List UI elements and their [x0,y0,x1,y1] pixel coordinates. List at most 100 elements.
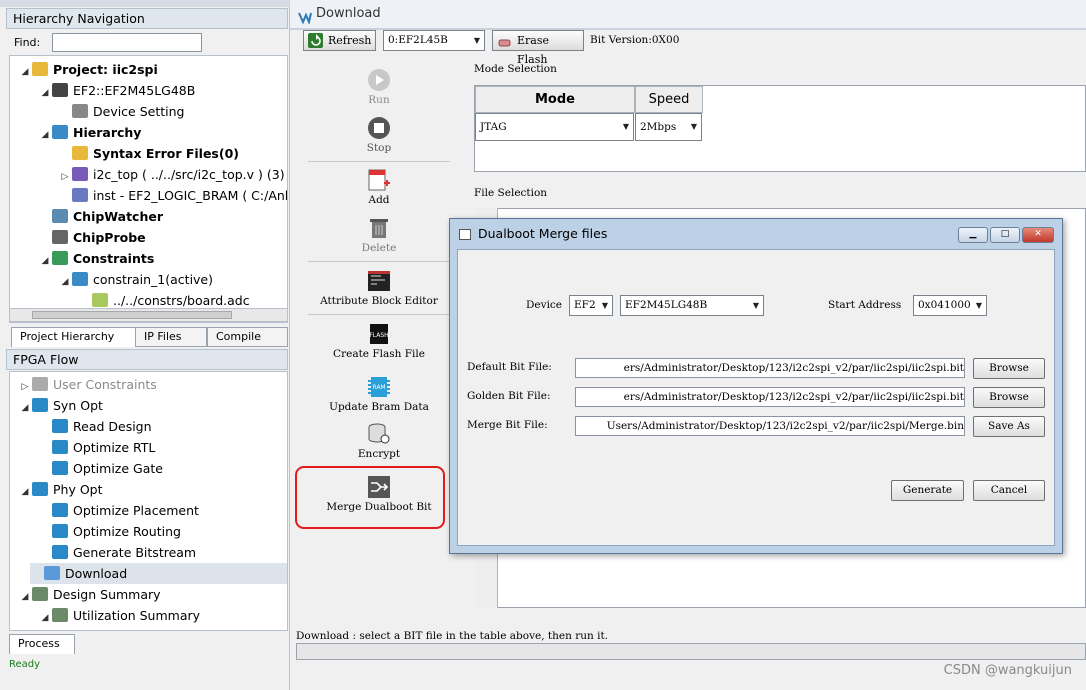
expand-arrow-icon[interactable]: ◢ [18,587,32,608]
tree-item-label: Syntax Error Files(0) [93,146,239,161]
erase-flash-button[interactable]: Erase Flash [492,30,584,66]
download-status-text: Download : select a BIT file in the tabl… [296,630,609,642]
tree-item[interactable]: ◢ Constraints [38,248,154,269]
tree-item[interactable]: Syntax Error Files(0) [58,143,239,164]
tree-item-label: ChipProbe [73,230,146,245]
scroll-thumb[interactable] [32,311,232,319]
device-family-select[interactable]: EF2 [569,295,613,316]
close-button[interactable]: ✕ [1022,227,1054,243]
tree-item-label: inst - EF2_LOGIC_BRAM ( C:/Anlo [93,188,288,203]
flow-item-label: Optimize Routing [73,524,181,539]
expand-arrow-icon[interactable]: ◢ [18,482,32,503]
flow-item[interactable]: ◢ Syn Opt [18,395,103,416]
tree-item[interactable]: ChipProbe [38,227,146,248]
flash-icon: FLASH [369,324,389,344]
attribute-block-editor-tool[interactable]: Attribute Block Editor [308,269,450,307]
create-flash-file-tool[interactable]: FLASH Create Flash File [308,322,450,360]
merge-bit-file-label: Merge Bit File: [467,419,548,431]
hierarchy-scrollbar[interactable] [9,308,288,322]
delete-tool[interactable]: Delete [308,216,450,254]
flow-item[interactable]: Read Design [38,416,152,437]
golden-bit-file-input[interactable]: ers/Administrator/Desktop/123/i2c2spi_v2… [575,387,965,407]
flow-item[interactable]: Generate Bitstream [38,542,196,563]
restore-button[interactable]: □ [990,227,1020,243]
expand-arrow-icon[interactable]: ◢ [18,398,32,419]
add-tool[interactable]: Add [308,168,450,206]
flow-item[interactable]: Download [30,563,287,584]
project-folder-icon [32,62,48,76]
flow-item[interactable]: Optimize Routing [38,521,181,542]
probe-icon [52,230,68,244]
expand-arrow-icon[interactable]: ◢ [38,251,52,272]
encrypt-tool[interactable]: Encrypt [308,422,450,460]
save-as-button[interactable]: Save As [973,416,1045,437]
terminal-icon [368,271,390,291]
dualboot-merge-dialog: Dualboot Merge files ▁ □ ✕ Device EF2 EF… [449,218,1063,554]
mode-select[interactable]: JTAG [475,113,634,141]
tab-project-hierarchy[interactable]: Project Hierarchy [11,327,137,347]
run-tool[interactable]: Run [308,68,450,106]
tree-item[interactable]: ◢ EF2::EF2M45LG48B [38,80,195,101]
device-select[interactable]: 0:EF2L45B [383,30,485,51]
flow-item[interactable]: ◢ Utilization Summary [38,605,200,626]
default-bit-file-label: Default Bit File: [467,361,552,373]
adc-file-icon [92,293,108,307]
golden-bit-file-label: Golden Bit File: [467,390,551,402]
tree-item-label: Hierarchy [73,125,142,140]
tab-process[interactable]: Process [9,634,75,654]
mode-selection-label: Mode Selection [474,63,557,75]
add-file-icon [368,169,390,191]
tree-item[interactable]: ▷ i2c_top ( ../../src/i2c_top.v ) (3) [58,164,285,185]
constraints-icon [52,251,68,265]
flow-item[interactable]: ◢ Phy Opt [18,479,103,500]
golden-browse-button[interactable]: Browse [973,387,1045,408]
tab-ip-files[interactable]: IP Files [135,327,207,347]
hierarchy-tabs: Project Hierarchy IP Files Compile Orde [9,327,288,347]
flow-step-icon [52,440,68,454]
expand-arrow-icon[interactable]: ◢ [58,272,72,293]
flow-step-icon [32,482,48,496]
default-browse-button[interactable]: Browse [973,358,1045,379]
flow-item[interactable]: ◢ Design Summary [18,584,161,605]
flow-item-label: Optimize RTL [73,440,156,455]
flow-item[interactable]: ▷ User Constraints [18,374,157,395]
tree-item[interactable]: ChipWatcher [38,206,163,227]
expand-arrow-icon[interactable]: ◢ [18,62,32,83]
flow-item-label: User Constraints [53,377,157,392]
chip-icon [52,83,68,97]
speed-select[interactable]: 2Mbps [635,113,702,141]
fpga-flow-tree[interactable]: ▷ User Constraints ◢ Syn Opt Read Design Opti… [9,371,288,631]
device-part-select[interactable]: EF2M45LG48B [620,295,764,316]
generate-button[interactable]: Generate [891,480,964,501]
expand-arrow-icon[interactable]: ◢ [38,125,52,146]
merge-bit-file-input[interactable]: Users/Administrator/Desktop/123/i2c2spi_… [575,416,965,436]
start-address-select[interactable]: 0x041000 [913,295,987,316]
hierarchy-tree[interactable]: ◢ Project: iic2spi ◢ EF2::EF2M45LG48B Device… [9,55,288,323]
tree-item[interactable]: ◢ constrain_1(active) [58,269,213,290]
trash-icon [370,219,388,238]
flow-item-label: Generate Bitstream [73,545,197,560]
tree-item[interactable]: inst - EF2_LOGIC_BRAM ( C:/Anlo [58,185,288,206]
start-address-label: Start Address [828,299,902,311]
tree-item-label: Project: iic2spi [53,62,158,77]
flow-step-icon [52,503,68,517]
tree-item[interactable]: ◢ Hierarchy [38,122,141,143]
flow-item-label: Download [65,566,128,581]
expand-arrow-icon[interactable]: ◢ [38,608,52,629]
find-input[interactable] [52,33,202,52]
flow-item[interactable]: Optimize Placement [38,500,199,521]
default-bit-file-input[interactable]: ers/Administrator/Desktop/123/i2c2spi_v2… [575,358,965,378]
refresh-button[interactable]: Refresh [303,30,376,51]
verilog-file-icon [72,188,88,202]
expand-arrow-icon[interactable]: ◢ [38,83,52,104]
flow-item[interactable]: Optimize Gate [38,458,163,479]
update-bram-data-tool[interactable]: RAM Update Bram Data [308,375,450,413]
stop-tool[interactable]: Stop [308,116,450,154]
cancel-button[interactable]: Cancel [973,480,1045,501]
refresh-icon [308,33,323,48]
flow-item[interactable]: Optimize RTL [38,437,155,458]
tree-item[interactable]: Device Setting [58,101,184,122]
tab-compile-order[interactable]: Compile Orde [207,327,288,347]
minimize-button[interactable]: ▁ [958,227,988,243]
tree-item[interactable]: ◢ Project: iic2spi [18,59,158,80]
